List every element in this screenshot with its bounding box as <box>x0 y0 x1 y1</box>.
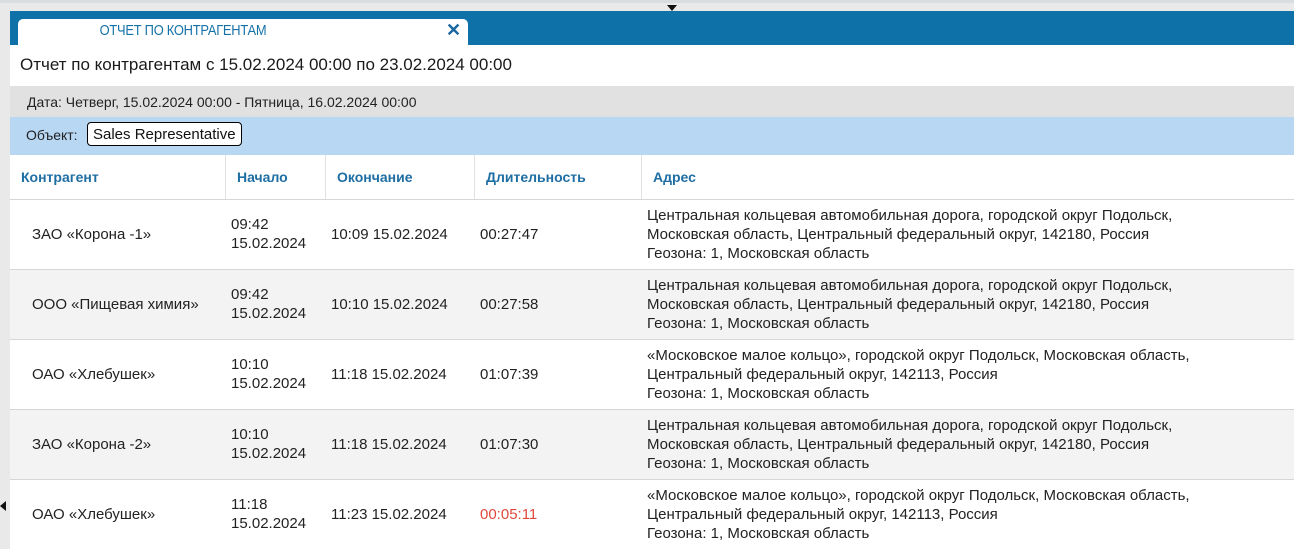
top-divider <box>0 0 1294 3</box>
end-cell: 10:10 15.02.2024 <box>331 295 448 313</box>
tab-counterparty-report[interactable]: ОТЧЕТ ПО КОНТРАГЕНТАМ ✕ <box>18 19 468 45</box>
object-value: Sales Representative <box>87 122 242 146</box>
end-cell: 10:09 15.02.2024 <box>331 225 448 243</box>
address-line: «Московское малое кольцо», городской окр… <box>647 346 1190 364</box>
geozone-line: Геозона: 1, Московская область <box>647 314 870 332</box>
geozone-line: Геозона: 1, Московская область <box>647 454 870 472</box>
counterparty-cell: ЗАО «Корона -2» <box>32 435 152 453</box>
start-time: 10:10 <box>231 356 269 373</box>
start-cell: 11:18 15.02.2024 <box>231 480 323 548</box>
address-cell: «Московское малое кольцо», городской окр… <box>647 340 1287 408</box>
address-line: Московская область, Центральный федераль… <box>647 435 1150 453</box>
tab-title: ОТЧЕТ ПО КОНТРАГЕНТАМ <box>99 22 267 39</box>
address-line: Центральный федеральный округ, 142113, Р… <box>647 365 998 383</box>
end-cell: 11:18 15.02.2024 <box>331 365 447 383</box>
address-cell: Центральная кольцевая автомобильная доро… <box>647 270 1287 338</box>
counterparty-cell: ОАО «Хлебушек» <box>32 365 156 383</box>
counterparty-cell: ООО «Пищевая химия» <box>32 295 199 313</box>
address-line: Московская область, Центральный федераль… <box>647 225 1150 243</box>
column-header-duration[interactable]: Длительность <box>475 155 642 199</box>
table-row[interactable]: ЗАО «Корона -1» 09:42 15.02.2024 10:09 15… <box>10 199 1294 269</box>
geozone-line: Геозона: 1, Московская область <box>647 384 870 402</box>
object-group-header: Объект: Sales Representative <box>10 117 1294 155</box>
column-header-counterparty[interactable]: Контрагент <box>10 155 226 199</box>
address-line: Центральная кольцевая автомобильная доро… <box>647 206 1173 224</box>
start-date: 15.02.2024 <box>231 235 307 252</box>
duration-cell: 00:27:47 <box>480 225 539 243</box>
start-date: 15.02.2024 <box>231 445 307 462</box>
counterparty-cell: ОАО «Хлебушек» <box>32 505 156 523</box>
start-time: 11:18 <box>231 496 268 513</box>
table-row[interactable]: ОАО «Хлебушек» 10:10 15.02.2024 11:18 15.… <box>10 339 1294 409</box>
column-header-end[interactable]: Окончание <box>326 155 475 199</box>
start-cell: 10:10 15.02.2024 <box>231 340 323 408</box>
start-time: 10:10 <box>231 426 269 443</box>
column-header-address[interactable]: Адрес <box>642 155 1294 199</box>
start-time: 09:42 <box>231 286 269 303</box>
table-row[interactable]: ООО «Пищевая химия» 09:42 15.02.2024 10:1… <box>10 269 1294 339</box>
start-cell: 09:42 15.02.2024 <box>231 270 323 338</box>
duration-cell: 01:07:30 <box>480 435 539 453</box>
page-title: Отчет по контрагентам с 15.02.2024 00:00… <box>20 55 512 74</box>
start-date: 15.02.2024 <box>231 515 307 532</box>
table-row[interactable]: ЗАО «Корона -2» 10:10 15.02.2024 11:18 15… <box>10 409 1294 479</box>
table-header: Контрагент Начало Окончание Длительность… <box>10 155 1294 199</box>
start-time: 09:42 <box>231 216 269 233</box>
close-icon[interactable]: ✕ <box>446 20 461 41</box>
column-header-start[interactable]: Начало <box>226 155 326 199</box>
address-cell: Центральная кольцевая автомобильная доро… <box>647 410 1287 478</box>
start-cell: 10:10 15.02.2024 <box>231 410 323 478</box>
address-line: Центральная кольцевая автомобильная доро… <box>647 416 1173 434</box>
duration-cell: 00:27:58 <box>480 295 539 313</box>
date-label: Дата: Четверг, 15.02.2024 00:00 - Пятниц… <box>27 94 417 110</box>
report-panel: Отчет по контрагентам с 15.02.2024 00:00… <box>10 45 1294 549</box>
duration-cell: 00:05:11 <box>480 505 538 523</box>
address-cell: Центральная кольцевая автомобильная доро… <box>647 200 1287 268</box>
end-cell: 11:18 15.02.2024 <box>331 435 447 453</box>
address-cell: «Московское малое кольцо», городской окр… <box>647 480 1287 548</box>
caret-left-icon[interactable] <box>0 501 6 511</box>
counterparty-cell: ЗАО «Корона -1» <box>32 225 152 243</box>
start-date: 15.02.2024 <box>231 305 307 322</box>
start-cell: 09:42 15.02.2024 <box>231 200 323 268</box>
duration-cell: 01:07:39 <box>480 365 539 383</box>
geozone-line: Геозона: 1, Московская область <box>647 244 870 262</box>
start-date: 15.02.2024 <box>231 375 307 392</box>
geozone-line: Геозона: 1, Московская область <box>647 524 870 542</box>
end-cell: 11:23 15.02.2024 <box>331 505 447 523</box>
object-label: Объект: <box>26 127 78 143</box>
address-line: Центральная кольцевая автомобильная доро… <box>647 276 1173 294</box>
date-group-header: Дата: Четверг, 15.02.2024 00:00 - Пятниц… <box>10 86 1294 117</box>
table-row[interactable]: ОАО «Хлебушек» 11:18 15.02.2024 11:23 15.… <box>10 479 1294 549</box>
address-line: Центральный федеральный округ, 142113, Р… <box>647 505 998 523</box>
address-line: «Московское малое кольцо», городской окр… <box>647 486 1190 504</box>
address-line: Московская область, Центральный федераль… <box>647 295 1150 313</box>
